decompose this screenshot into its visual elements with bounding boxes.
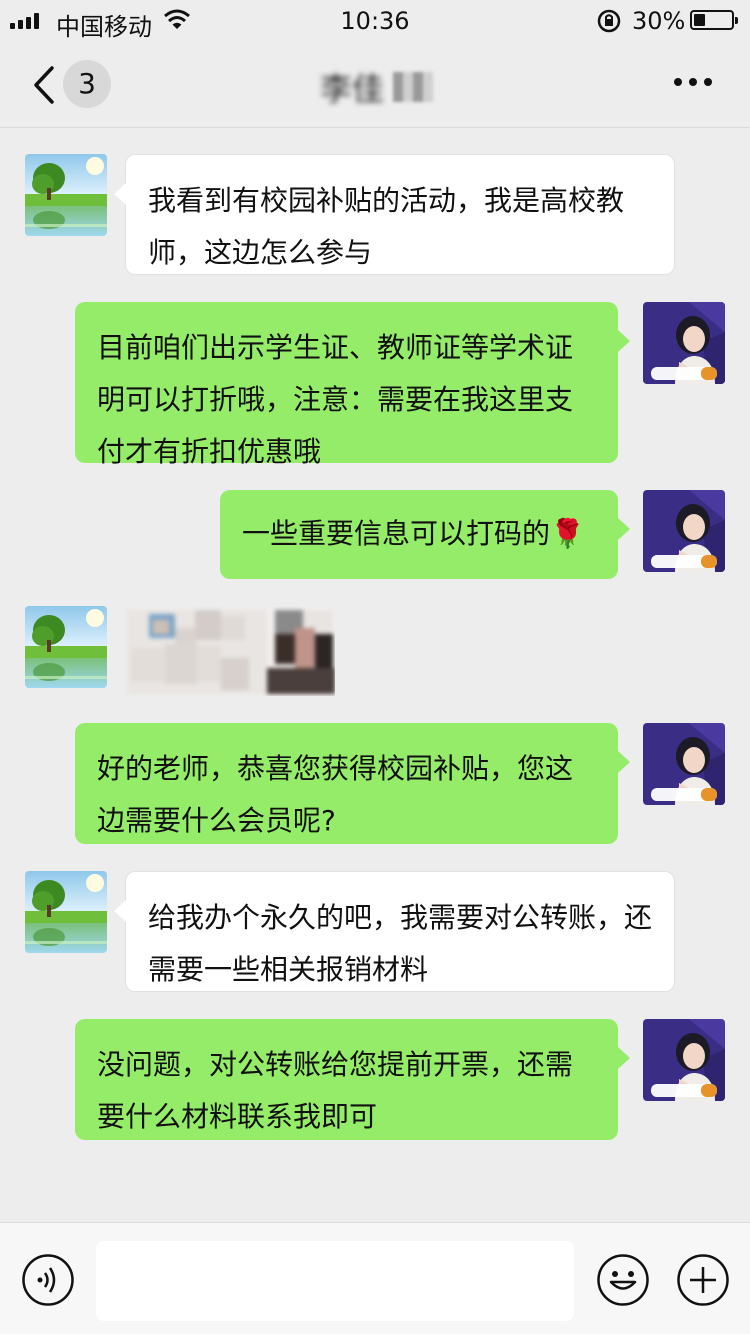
message-bubble-incoming[interactable]: 给我办个永久的吧，我需要对公转账，还需要一些相关报销材料: [114, 871, 675, 992]
message-bubble-outgoing[interactable]: 目前咱们出示学生证、教师证等学术证明可以打折哦，注意：需要在我这里支付才有折扣优…: [75, 302, 630, 468]
chat-title: 李佳: [320, 70, 385, 108]
contact-avatar[interactable]: [25, 154, 107, 236]
user-avatar[interactable]: [643, 302, 725, 384]
message-bubble-outgoing[interactable]: 一些重要信息可以打码的🌹: [220, 490, 630, 579]
battery-percent: 30%: [632, 7, 686, 35]
rose-emoji: 🌹: [550, 517, 585, 550]
more-icon[interactable]: [674, 78, 712, 86]
rotation-lock-icon: [597, 9, 621, 33]
back-icon[interactable]: [26, 62, 66, 108]
status-bar: 中国移动 10:36 30%: [0, 0, 750, 42]
user-avatar[interactable]: [643, 723, 725, 805]
input-bar: [0, 1222, 750, 1334]
user-avatar[interactable]: [643, 490, 725, 572]
unread-count-badge[interactable]: 3: [63, 60, 111, 108]
message-bubble-outgoing[interactable]: 没问题，对公转账给您提前开票，还需要什么材料联系我即可: [75, 1019, 630, 1140]
shared-image-pixelated[interactable]: [125, 606, 335, 696]
message-text: 一些重要信息可以打码的: [242, 517, 551, 550]
voice-icon[interactable]: [21, 1253, 75, 1307]
user-avatar[interactable]: [643, 1019, 725, 1101]
message-input[interactable]: [96, 1241, 574, 1321]
plus-icon[interactable]: [676, 1253, 730, 1307]
battery-icon: [690, 10, 738, 30]
chat-header: 3 李佳: [0, 42, 750, 128]
battery-fill: [694, 14, 705, 26]
message-bubble-incoming[interactable]: 我看到有校园补贴的活动，我是高校教师，这边怎么参与: [114, 154, 675, 275]
contact-avatar[interactable]: [25, 606, 107, 688]
title-mosaic: [393, 72, 433, 102]
contact-avatar[interactable]: [25, 871, 107, 953]
message-bubble-outgoing[interactable]: 好的老师，恭喜您获得校园补贴，您这边需要什么会员呢?: [75, 723, 630, 844]
emoji-icon[interactable]: [596, 1253, 650, 1307]
